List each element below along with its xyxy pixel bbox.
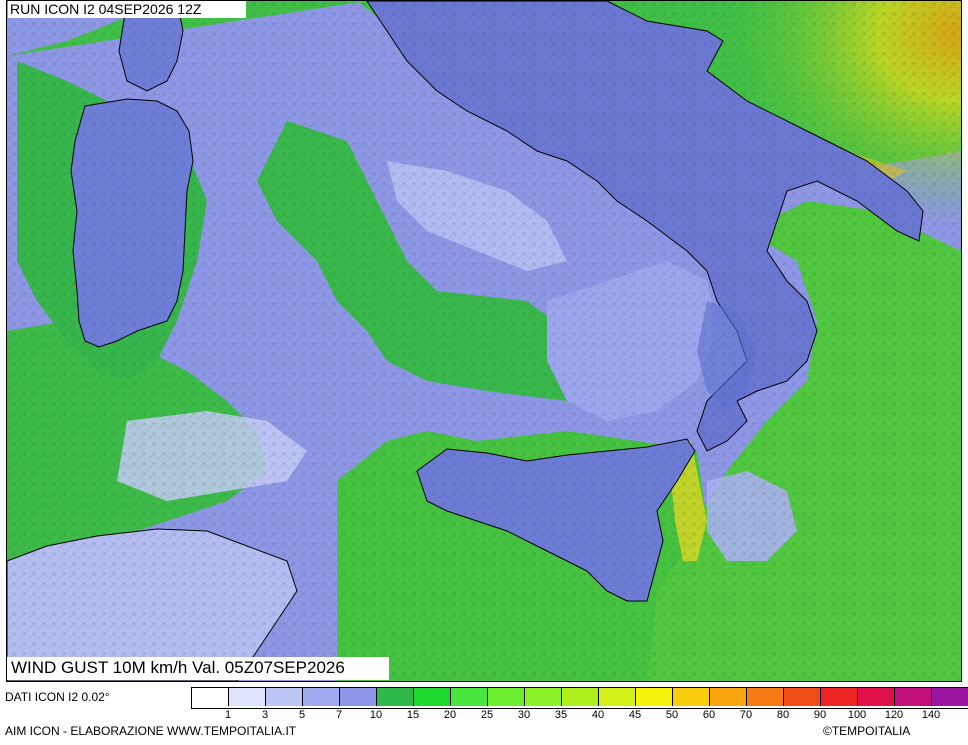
scale-swatch bbox=[747, 688, 784, 706]
scale-tick-label: 3 bbox=[261, 709, 269, 721]
scale-tick-label: 45 bbox=[628, 709, 642, 721]
scale-swatch bbox=[821, 688, 858, 706]
scale-swatch bbox=[858, 688, 895, 706]
scale-swatch bbox=[932, 688, 968, 706]
scale-swatch bbox=[636, 688, 673, 706]
scale-swatch bbox=[673, 688, 710, 706]
scale-tick-label: 100 bbox=[847, 709, 867, 721]
scale-swatch bbox=[562, 688, 599, 706]
scale-swatch bbox=[488, 688, 525, 706]
wind-arrow-field bbox=[7, 1, 961, 681]
scale-tick-label: 35 bbox=[554, 709, 568, 721]
scale-tick-label: 15 bbox=[406, 709, 420, 721]
copyright-label: ©TEMPOITALIA bbox=[823, 724, 911, 738]
scale-swatch bbox=[414, 688, 451, 706]
scale-tick-label: 80 bbox=[776, 709, 790, 721]
scale-swatch bbox=[229, 688, 266, 706]
credit-label: AIM ICON - ELABORAZIONE WWW.TEMPOITALIA.… bbox=[5, 724, 297, 738]
scale-swatch bbox=[525, 688, 562, 706]
scale-tick-label: 7 bbox=[335, 709, 343, 721]
scale-tick-label: 5 bbox=[298, 709, 306, 721]
run-label: RUN ICON I2 04SEP2026 12Z bbox=[8, 1, 247, 18]
validity-label: WIND GUST 10M km/h Val. 05Z07SEP2026 bbox=[7, 657, 389, 680]
data-source-label: DATI ICON I2 0.02° bbox=[5, 690, 110, 704]
scale-tick-label: 90 bbox=[813, 709, 827, 721]
scale-swatch bbox=[599, 688, 636, 706]
scale-swatch bbox=[303, 688, 340, 706]
scale-swatch bbox=[451, 688, 488, 706]
scale-swatch bbox=[266, 688, 303, 706]
scale-swatch bbox=[340, 688, 377, 706]
scale-tick-label: 40 bbox=[591, 709, 605, 721]
scale-swatch bbox=[192, 688, 229, 706]
scale-tick-label: 50 bbox=[665, 709, 679, 721]
scale-tick-label: 140 bbox=[921, 709, 941, 721]
scale-swatch bbox=[710, 688, 747, 706]
scale-tick-label: 120 bbox=[884, 709, 904, 721]
map-canvas bbox=[7, 1, 961, 681]
scale-swatch bbox=[784, 688, 821, 706]
scale-tick-label: 30 bbox=[517, 709, 531, 721]
scale-swatch bbox=[895, 688, 932, 706]
scale-tick-label: 60 bbox=[702, 709, 716, 721]
wind-gust-map: RUN ICON I2 04SEP2026 12Z WIND GUST 10M … bbox=[6, 0, 962, 682]
scale-tick-label: 10 bbox=[369, 709, 383, 721]
scale-swatch bbox=[377, 688, 414, 706]
scale-tick-label: 1 bbox=[224, 709, 232, 721]
scale-tick-label: 25 bbox=[480, 709, 494, 721]
scale-tick-label: 70 bbox=[739, 709, 753, 721]
scale-tick-label: 20 bbox=[443, 709, 457, 721]
color-scale-bar bbox=[191, 687, 968, 709]
color-scale-ticks: 1 3 5 7 10 15 20 25 30 35 40 45 50 60 70 80 90 100 120 140 bbox=[191, 709, 966, 723]
